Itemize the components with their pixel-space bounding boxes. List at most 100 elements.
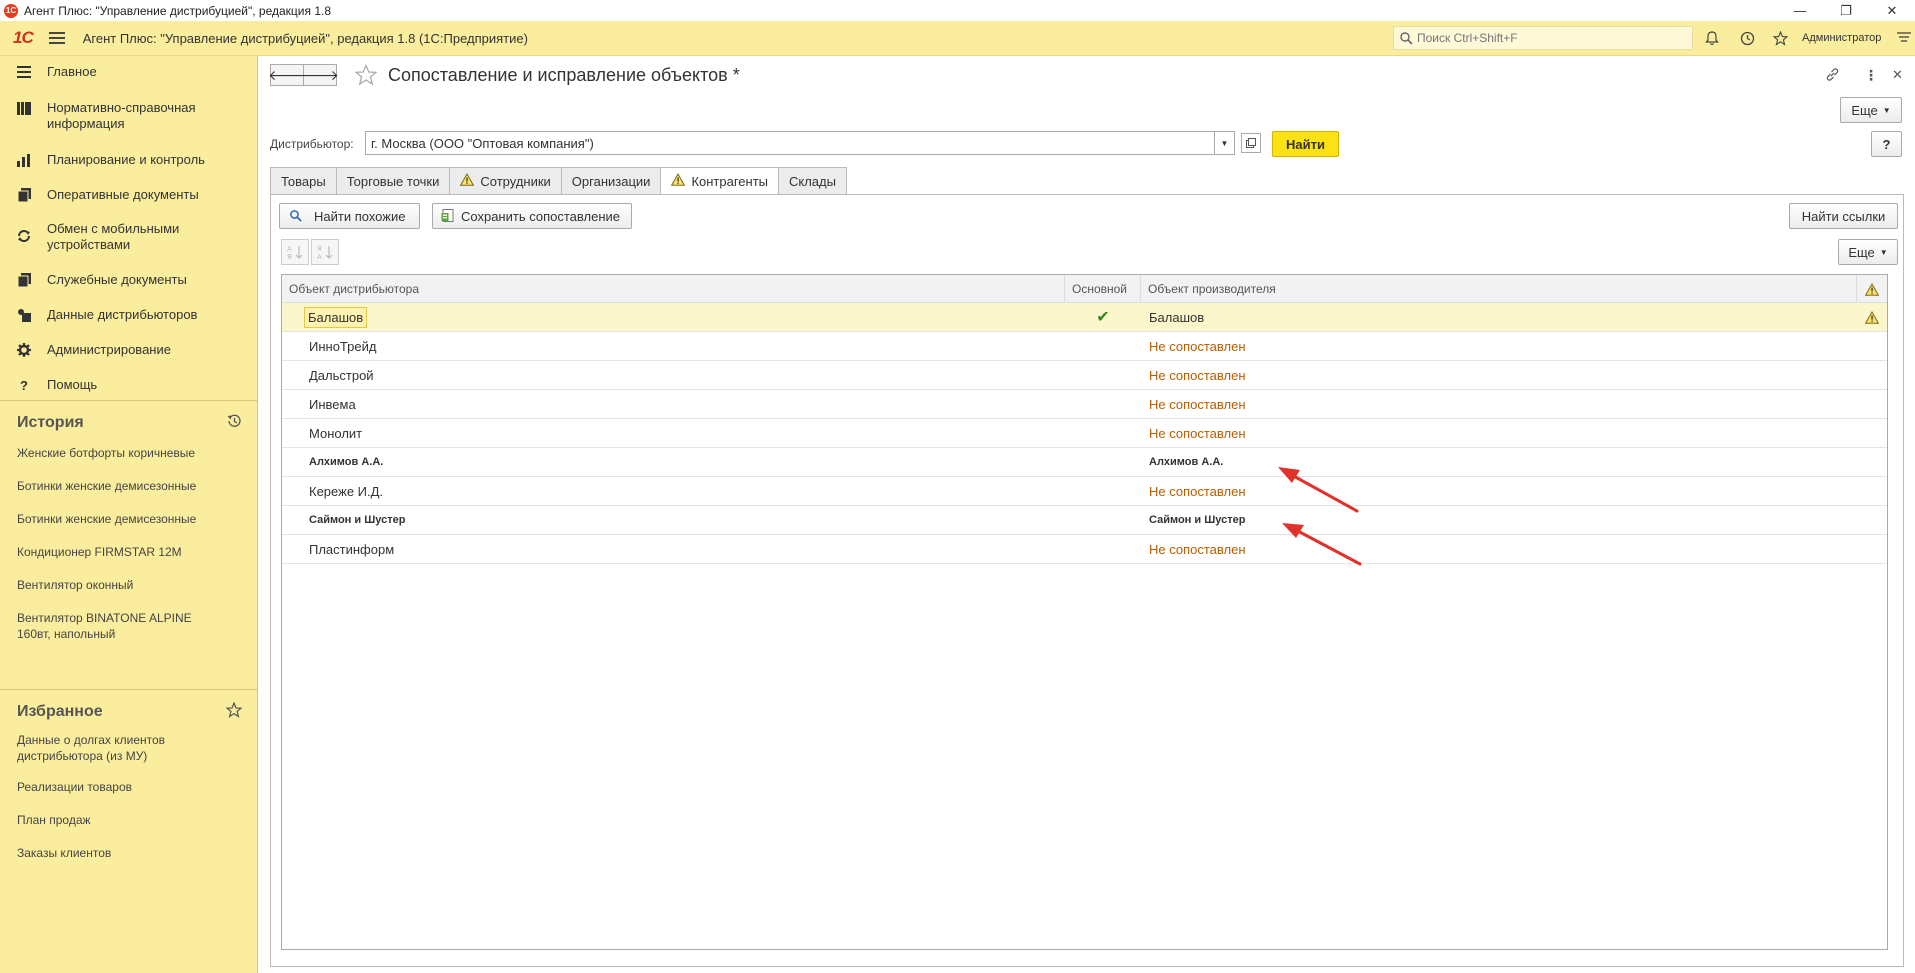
table-row[interactable]: Инвема Не сопоставлен (282, 390, 1887, 419)
sidebar-item-administration[interactable]: Администрирование (0, 342, 181, 358)
favorite-item[interactable]: Заказы клиентов (17, 845, 237, 861)
main-cell[interactable] (1065, 506, 1141, 534)
sidebar-item-catalog[interactable]: Нормативно-справочная информация (0, 100, 227, 132)
favorite-star-icon[interactable] (354, 63, 378, 89)
producer-object-cell[interactable]: Балашов (1141, 303, 1857, 331)
table-row[interactable]: Кереже И.Д. Не сопоставлен (282, 477, 1887, 506)
tab-warehouses[interactable]: Склады (778, 167, 847, 195)
sidebar-item-service-docs[interactable]: Служебные документы (0, 272, 197, 288)
save-mapping-button[interactable]: Сохранить сопоставление (432, 203, 632, 229)
history-item[interactable]: Кондиционер FIRMSTAR 12M (17, 544, 237, 560)
chart-icon (17, 153, 31, 167)
history-icon[interactable] (1738, 29, 1756, 47)
column-header-warning[interactable] (1857, 275, 1887, 303)
producer-object-cell[interactable]: Не сопоставлен (1141, 332, 1857, 360)
sidebar-item-help[interactable]: ? Помощь (0, 377, 107, 393)
catalog-icon (17, 101, 31, 115)
distributor-object-cell[interactable]: Саймон и Шустер (282, 506, 1065, 534)
distributor-dropdown-button[interactable]: ▼ (1215, 131, 1235, 155)
settings-lines-icon[interactable] (1895, 29, 1913, 47)
table-row[interactable]: Пластинформ Не сопоставлен (282, 535, 1887, 564)
producer-object-cell[interactable]: Не сопоставлен (1141, 419, 1857, 447)
global-search[interactable] (1393, 26, 1693, 50)
producer-object-cell[interactable]: Не сопоставлен (1141, 361, 1857, 389)
find-similar-button[interactable]: Найти похожие (279, 203, 420, 229)
distributor-object-cell[interactable]: Балашов (304, 306, 368, 328)
table-row[interactable]: Монолит Не сопоставлен (282, 419, 1887, 448)
more-dots-icon[interactable]: ⋮ (1864, 67, 1878, 84)
history-item[interactable]: Вентилятор BINATONE ALPINE 160вт, наполь… (17, 610, 217, 642)
find-button[interactable]: Найти (1272, 131, 1339, 157)
sidebar-item-main[interactable]: Главное (0, 64, 107, 80)
distributor-object-cell[interactable]: Дальстрой (282, 361, 1065, 389)
tab-counterparties[interactable]: Контрагенты (660, 167, 778, 195)
sidebar-item-distributors-data[interactable]: Данные дистрибьюторов (0, 307, 207, 323)
distributor-object-cell[interactable]: Монолит (282, 419, 1065, 447)
sort-desc-button[interactable]: ЯА (311, 239, 339, 265)
table-row[interactable]: Алхимов А.А. Алхимов А.А. (282, 448, 1887, 477)
history-item[interactable]: Ботинки женские демисезонные (17, 478, 237, 494)
tab-organizations[interactable]: Организации (560, 167, 661, 195)
find-links-button[interactable]: Найти ссылки (1789, 203, 1898, 229)
star-icon[interactable] (1771, 29, 1789, 47)
bell-icon[interactable] (1703, 29, 1721, 47)
more-button-grid[interactable]: Еще ▼ (1838, 239, 1898, 265)
producer-object-cell[interactable]: Не сопоставлен (1141, 390, 1857, 418)
producer-object-cell[interactable]: Саймон и Шустер (1141, 506, 1857, 534)
distributor-object-cell[interactable]: Пластинформ (282, 535, 1065, 563)
distributor-object-cell[interactable]: Инвема (282, 390, 1065, 418)
table-row[interactable]: ИнноТрейд Не сопоставлен (282, 332, 1887, 361)
sidebar-item-operational-docs[interactable]: Оперативные документы (0, 187, 209, 203)
hamburger-menu-icon[interactable] (48, 32, 65, 44)
favorite-item[interactable]: План продаж (17, 812, 237, 828)
sidebar-item-mobile-exchange[interactable]: Обмен с мобильными устройствами (0, 221, 207, 253)
more-button[interactable]: Еще ▼ (1840, 97, 1902, 123)
table-row[interactable]: Саймон и Шустер Саймон и Шустер (282, 506, 1887, 535)
help-button[interactable]: ? (1871, 131, 1902, 157)
favorites-star-icon[interactable] (225, 701, 243, 721)
distributor-object-cell[interactable]: ИнноТрейд (282, 332, 1065, 360)
distributor-open-button[interactable] (1241, 133, 1261, 153)
producer-object-cell[interactable]: Не сопоставлен (1141, 477, 1857, 505)
mapping-table[interactable]: Объект дистрибьютора Основной Объект про… (281, 274, 1888, 950)
main-cell[interactable] (1065, 535, 1141, 563)
distributor-object-cell[interactable]: Алхимов А.А. (282, 448, 1065, 476)
minimize-button[interactable]: — (1777, 0, 1823, 21)
dropdown-arrow-icon: ▼ (1879, 247, 1888, 257)
column-header-main[interactable]: Основной (1065, 275, 1141, 303)
favorite-item[interactable]: Реализации товаров (17, 779, 237, 795)
main-cell[interactable] (1065, 390, 1141, 418)
table-row[interactable]: Балашов ✔ Балашов (282, 303, 1887, 332)
history-clock-icon[interactable] (226, 413, 242, 432)
distributor-field[interactable]: г. Москва (ООО "Оптовая компания") (365, 131, 1215, 155)
history-item[interactable]: Вентилятор оконный (17, 577, 237, 593)
sidebar-item-planning[interactable]: Планирование и контроль (0, 152, 215, 168)
tab-employees[interactable]: Сотрудники (449, 167, 561, 195)
producer-object-cell[interactable]: Не сопоставлен (1141, 535, 1857, 563)
column-header-distributor-object[interactable]: Объект дистрибьютора (282, 275, 1065, 303)
main-cell[interactable] (1065, 419, 1141, 447)
tab-goods[interactable]: Товары (270, 167, 336, 195)
table-row[interactable]: Дальстрой Не сопоставлен (282, 361, 1887, 390)
close-window-button[interactable]: ✕ (1869, 0, 1915, 21)
producer-object-cell[interactable]: Алхимов А.А. (1141, 448, 1857, 476)
search-input[interactable] (1417, 31, 1677, 45)
main-cell[interactable] (1065, 332, 1141, 360)
close-form-icon[interactable]: ✕ (1892, 67, 1903, 83)
forward-button[interactable]: 🡒 (301, 64, 339, 86)
main-check-icon[interactable]: ✔ (1065, 303, 1141, 331)
back-button[interactable]: 🡐 (268, 64, 306, 86)
distributor-object-cell[interactable]: Кереже И.Д. (282, 477, 1065, 505)
tab-trade-points[interactable]: Торговые точки (335, 167, 450, 195)
main-cell[interactable] (1065, 448, 1141, 476)
restore-button[interactable]: ❐ (1823, 0, 1869, 21)
history-item[interactable]: Ботинки женские демисезонные (17, 511, 237, 527)
sort-asc-button[interactable]: АЯ (281, 239, 309, 265)
user-name[interactable]: Администратор (1802, 32, 1881, 44)
main-cell[interactable] (1065, 477, 1141, 505)
history-item[interactable]: Женские ботфорты коричневые (17, 445, 237, 461)
link-icon[interactable] (1825, 67, 1840, 85)
column-header-producer-object[interactable]: Объект производителя (1141, 275, 1857, 303)
favorite-item[interactable]: Данные о долгах клиентов дистрибьютора (… (17, 732, 197, 764)
main-cell[interactable] (1065, 361, 1141, 389)
